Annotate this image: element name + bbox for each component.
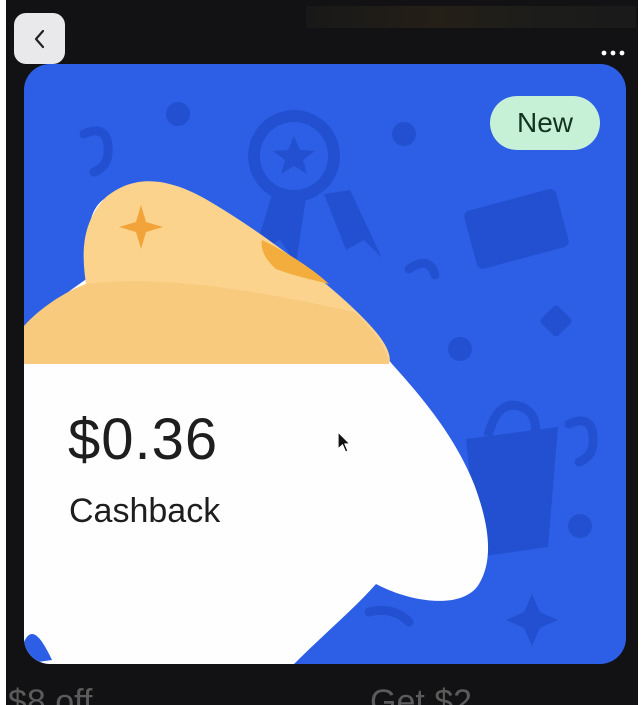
app-screen: New $0.36 Cashback $8 off Get $2: [6, 0, 638, 705]
cashback-amount: $0.36: [68, 407, 219, 472]
status-strip: [306, 6, 636, 28]
offer-title-left[interactable]: $8 off: [8, 683, 92, 705]
mouse-cursor-icon: [337, 430, 352, 453]
chevron-left-icon: [34, 29, 44, 48]
offer-title-right[interactable]: Get $2: [370, 683, 472, 705]
reward-illustration: [24, 102, 598, 664]
cashback-label: Cashback: [69, 492, 221, 530]
new-badge: New: [490, 96, 600, 150]
more-horizontal-icon[interactable]: [598, 46, 628, 60]
reward-card[interactable]: New $0.36 Cashback: [24, 64, 626, 664]
back-button[interactable]: [14, 13, 65, 64]
